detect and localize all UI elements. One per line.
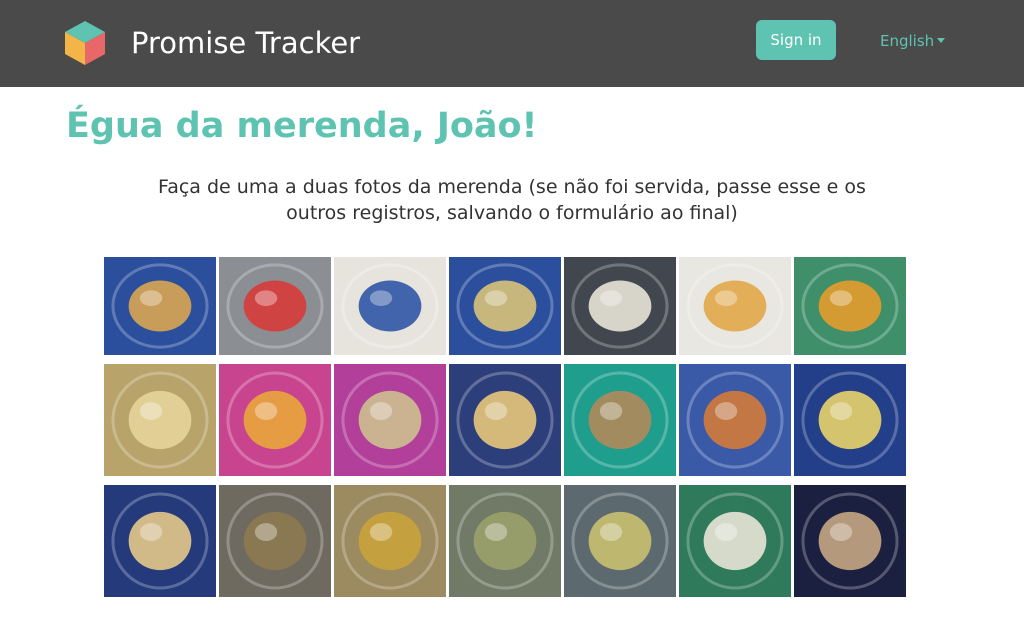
promise-tracker-logo-icon[interactable]: [65, 21, 105, 65]
meal-photo[interactable]: [219, 257, 331, 355]
brand-name[interactable]: Promise Tracker: [131, 25, 360, 61]
meal-photo[interactable]: [794, 257, 906, 355]
meal-photo[interactable]: [449, 257, 561, 355]
meal-photo[interactable]: [679, 364, 791, 476]
form-title: Égua da merenda, João!: [66, 106, 538, 146]
photo-grid: [104, 257, 908, 597]
sign-in-button[interactable]: Sign in: [756, 20, 836, 60]
meal-photo[interactable]: [564, 364, 676, 476]
meal-photo[interactable]: [564, 485, 676, 597]
caret-down-icon: [937, 38, 946, 43]
meal-photo[interactable]: [334, 485, 446, 597]
top-navbar: Promise Tracker Sign in English: [0, 0, 1024, 87]
meal-photo[interactable]: [564, 257, 676, 355]
meal-photo[interactable]: [679, 257, 791, 355]
meal-photo[interactable]: [449, 485, 561, 597]
meal-photo[interactable]: [449, 364, 561, 476]
meal-photo[interactable]: [334, 364, 446, 476]
meal-photo[interactable]: [104, 257, 216, 355]
meal-photo[interactable]: [219, 364, 331, 476]
meal-photo[interactable]: [334, 257, 446, 355]
language-label: English: [880, 32, 935, 50]
meal-photo[interactable]: [794, 485, 906, 597]
meal-photo[interactable]: [219, 485, 331, 597]
form-instructions: Faça de uma a duas fotos da merenda (se …: [158, 176, 866, 224]
meal-photo[interactable]: [794, 364, 906, 476]
meal-photo[interactable]: [679, 485, 791, 597]
meal-photo[interactable]: [104, 364, 216, 476]
language-selector[interactable]: English: [880, 31, 946, 51]
meal-photo[interactable]: [104, 485, 216, 597]
